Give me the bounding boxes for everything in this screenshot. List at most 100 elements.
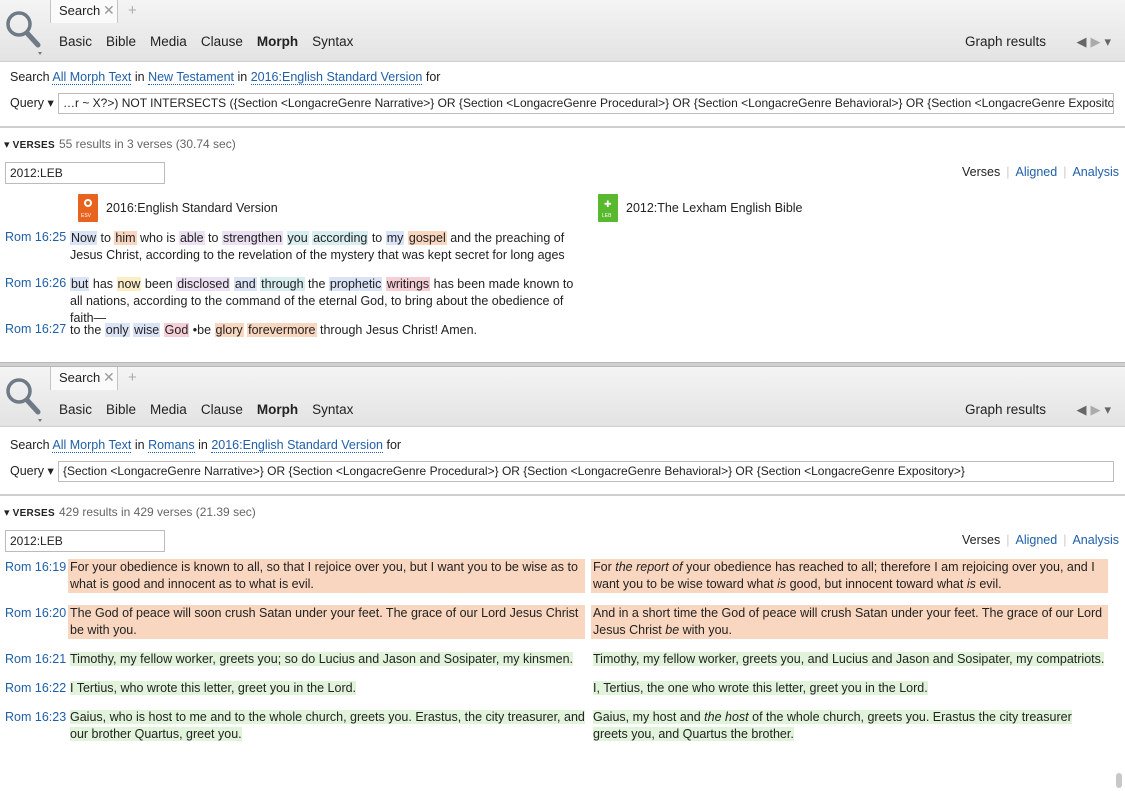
forward-arrow-icon[interactable]: ▶ <box>1090 34 1104 49</box>
search-mode-tabs: Basic Bible Media Clause Morph Syntax <box>59 402 367 417</box>
verse-text-right: For the report of your obedience has rea… <box>591 559 1108 593</box>
results-summary: 55 results in 3 verses (30.74 sec) <box>58 137 236 151</box>
bible-header-leb: ✚ LEB 2012:The Lexham English Bible <box>598 194 803 222</box>
search-icon[interactable] <box>4 375 44 423</box>
history-nav: ◀▶▾ <box>1076 34 1115 50</box>
history-nav: ◀▶▾ <box>1076 402 1115 418</box>
back-arrow-icon[interactable]: ◀ <box>1076 402 1090 417</box>
verse-text-right: Gaius, my host and the host of the whole… <box>593 710 1072 741</box>
tab-syntax[interactable]: Syntax <box>312 34 353 49</box>
chevron-down-icon[interactable]: ▾ <box>1104 34 1115 49</box>
tab-media[interactable]: Media <box>150 34 187 49</box>
close-icon[interactable]: ✕ <box>103 2 115 19</box>
tab-analysis[interactable]: Analysis <box>1072 165 1119 179</box>
close-icon[interactable]: ✕ <box>103 369 115 386</box>
forward-arrow-icon[interactable]: ▶ <box>1090 402 1104 417</box>
tab-aligned[interactable]: Aligned <box>1016 533 1058 547</box>
tab-verses[interactable]: Verses <box>962 165 1000 179</box>
graph-results-button[interactable]: Graph results <box>965 34 1046 49</box>
tab-basic[interactable]: Basic <box>59 402 92 417</box>
search-mode-tabs: Basic Bible Media Clause Morph Syntax <box>59 34 367 49</box>
query-dropdown[interactable]: Query ▾ <box>10 463 54 478</box>
in-label: in <box>198 438 208 452</box>
chevron-down-icon: ▾ <box>47 96 54 110</box>
tab-basic[interactable]: Basic <box>59 34 92 49</box>
search-criteria: Search All Morph Text in New Testament i… <box>10 70 441 85</box>
search-label: Search <box>10 70 50 84</box>
resource-dropdown[interactable]: 2016:English Standard Version <box>250 70 423 85</box>
field-dropdown[interactable]: All Morph Text <box>52 70 132 85</box>
tab-media[interactable]: Media <box>150 402 187 417</box>
search-criteria: Search All Morph Text in Romans in 2016:… <box>10 438 401 453</box>
tab-clause[interactable]: Clause <box>201 402 243 417</box>
verse-text-left: The God of peace will soon crush Satan u… <box>68 605 585 639</box>
search-label: Search <box>10 438 50 452</box>
bible-header-esv: ESV 2016:English Standard Version <box>78 194 278 222</box>
verse-reference[interactable]: Rom 16:21 <box>5 652 66 666</box>
query-label: Query <box>10 464 45 478</box>
verse-text-right: And in a short time the God of peace wil… <box>591 605 1108 639</box>
view-tabs: Verses | Aligned | Analysis <box>962 533 1119 547</box>
tab-morph[interactable]: Morph <box>257 402 298 417</box>
verse-text-right: I, Tertius, the one who wrote this lette… <box>593 681 928 695</box>
verse-reference[interactable]: Rom 16:22 <box>5 681 66 695</box>
verse-reference[interactable]: Rom 16:20 <box>5 606 66 620</box>
tab-clause[interactable]: Clause <box>201 34 243 49</box>
verse-text: Now to him who is able to strengthen you… <box>70 231 565 262</box>
bible-title: 2016:English Standard Version <box>106 201 278 215</box>
verse-reference[interactable]: Rom 16:26 <box>5 276 66 290</box>
tab-aligned[interactable]: Aligned <box>1016 165 1058 179</box>
graph-results-button[interactable]: Graph results <box>965 402 1046 417</box>
tab-morph[interactable]: Morph <box>257 34 298 49</box>
resource-dropdown[interactable]: 2016:English Standard Version <box>211 438 383 453</box>
back-arrow-icon[interactable]: ◀ <box>1076 34 1090 49</box>
chevron-down-icon[interactable]: ▾ <box>1104 402 1115 417</box>
verse-reference[interactable]: Rom 16:25 <box>5 230 66 244</box>
verses-header[interactable]: ▾ VERSES 429 results in 429 verses (21.39… <box>4 505 256 519</box>
verse-reference[interactable]: Rom 16:27 <box>5 322 66 336</box>
search-panel-top: Search ✕ + Basic Bible Media Clause Morph… <box>0 0 1125 362</box>
query-input[interactable]: {Section <LongacreGenre Narrative>} OR {… <box>58 461 1114 482</box>
toolbar: Search ✕ + Basic Bible Media Clause Morph… <box>0 367 1125 427</box>
in-label: in <box>237 70 248 84</box>
verse-text-left: I Tertius, who wrote this letter, greet … <box>70 681 357 695</box>
reference-input[interactable]: 2012:LEB <box>5 530 165 552</box>
tab-analysis[interactable]: Analysis <box>1072 533 1119 547</box>
field-dropdown[interactable]: All Morph Text <box>52 438 132 453</box>
verse-reference[interactable]: Rom 16:19 <box>5 560 66 574</box>
tab-bible[interactable]: Bible <box>106 34 136 49</box>
bible-title: 2012:The Lexham English Bible <box>626 201 803 215</box>
add-tab-icon[interactable]: + <box>128 369 137 386</box>
query-row: Query ▾ {Section <LongacreGenre Narrativ… <box>10 461 1114 483</box>
reference-input[interactable]: 2012:LEB <box>5 162 165 184</box>
leb-book-icon: ✚ LEB <box>598 194 618 222</box>
scrollbar-thumb[interactable] <box>1116 773 1122 788</box>
view-tabs: Verses | Aligned | Analysis <box>962 165 1119 179</box>
tab-syntax[interactable]: Syntax <box>312 402 353 417</box>
verse-reference[interactable]: Rom 16:23 <box>5 710 66 724</box>
add-tab-icon[interactable]: + <box>128 2 137 19</box>
scope-dropdown[interactable]: New Testament <box>148 70 234 85</box>
verse-text-left: For your obedience is known to all, so t… <box>68 559 585 593</box>
in-label: in <box>134 438 145 452</box>
query-dropdown[interactable]: Query ▾ <box>10 95 54 110</box>
tab-search[interactable]: Search ✕ <box>50 367 118 390</box>
divider <box>0 494 1125 496</box>
query-input[interactable]: …r ~ X?>) NOT INTERSECTS ({Section <Long… <box>58 93 1114 114</box>
tab-verses[interactable]: Verses <box>962 533 1000 547</box>
for-label: for <box>425 70 441 84</box>
in-label: in <box>134 70 145 84</box>
query-row: Query ▾ …r ~ X?>) NOT INTERSECTS ({Secti… <box>10 93 1114 115</box>
collapse-triangle-icon[interactable]: ▾ <box>4 507 10 519</box>
tab-search[interactable]: Search ✕ <box>50 0 118 23</box>
tab-label: Search <box>59 3 101 18</box>
scope-dropdown[interactable]: Romans <box>148 438 195 453</box>
verses-header[interactable]: ▾ VERSES 55 results in 3 verses (30.74 se… <box>4 137 236 151</box>
esv-book-icon: ESV <box>78 194 98 222</box>
verse-text: to the only wise God •be glory forevermo… <box>70 323 478 337</box>
search-icon[interactable] <box>4 8 44 56</box>
query-label: Query <box>10 96 45 110</box>
verses-label: VERSES <box>12 508 55 519</box>
tab-bible[interactable]: Bible <box>106 402 136 417</box>
collapse-triangle-icon[interactable]: ▾ <box>4 139 10 151</box>
